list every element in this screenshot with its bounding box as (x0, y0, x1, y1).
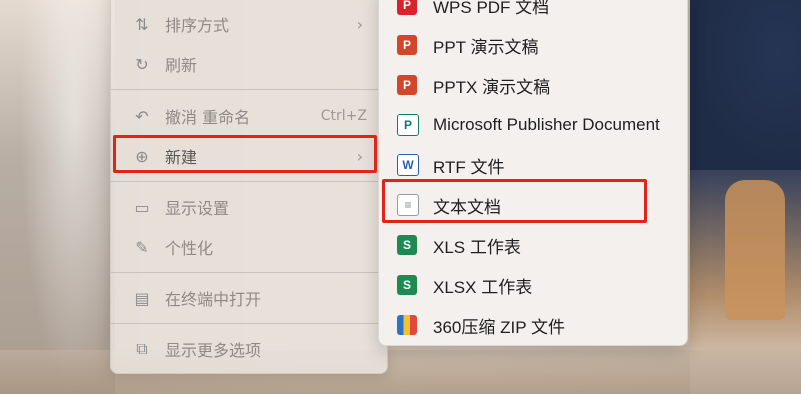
menu-separator (111, 323, 387, 324)
submenu-item-label: WPS PDF 文档 (433, 0, 550, 17)
xlsx-icon: S (397, 275, 417, 295)
menu-item-label: 排序方式 (165, 16, 230, 35)
submenu-item-rtf[interactable]: W RTF 文件 (387, 147, 679, 183)
xls-icon: S (397, 235, 417, 255)
submenu-item-wps-pdf[interactable]: P WPS PDF 文档 (387, 0, 679, 23)
menu-item-more-options[interactable]: ⧉ 显示更多选项 (119, 332, 379, 366)
submenu-item-ppt[interactable]: P PPT 演示文稿 (387, 27, 679, 63)
submenu-item-xlsx[interactable]: S XLSX 工作表 (387, 267, 679, 303)
ppt-icon: P (397, 35, 417, 55)
more-options-icon: ⧉ (136, 339, 148, 358)
menu-item-label: 显示设置 (165, 199, 230, 218)
submenu-item-label: PPTX 演示文稿 (433, 77, 551, 97)
submenu-item-label: Microsoft Publisher Document (433, 115, 660, 134)
submenu-item-label: 文本文档 (433, 197, 501, 217)
shortcut-label: Ctrl+Z (320, 108, 367, 124)
sort-icon: ⇅ (135, 14, 149, 34)
menu-item-display-settings[interactable]: ▭ 显示设置 (119, 190, 379, 224)
menu-item-sort[interactable]: ⇅ 排序方式 › (119, 7, 379, 41)
submenu-item-pptx[interactable]: P PPTX 演示文稿 (387, 67, 679, 103)
display-settings-icon: ▭ (134, 197, 150, 217)
new-plus-icon: ⊕ (135, 146, 149, 166)
menu-item-label: 新建 (165, 148, 198, 167)
menu-item-open-terminal[interactable]: ▤ 在终端中打开 (119, 281, 379, 315)
menu-item-label: 显示更多选项 (165, 341, 262, 360)
rtf-icon: W (397, 154, 419, 176)
submenu-item-label: RTF 文件 (433, 157, 505, 177)
submenu-item-label: PPT 演示文稿 (433, 37, 539, 57)
brush-icon: ✎ (135, 237, 149, 257)
menu-separator (111, 89, 387, 90)
menu-separator (111, 181, 387, 182)
refresh-icon: ↻ (135, 54, 149, 74)
menu-item-label: 在终端中打开 (165, 290, 262, 309)
submenu-item-text-document[interactable]: ≡ 文本文档 (387, 187, 679, 223)
chevron-right-icon: › (356, 146, 363, 166)
menu-item-refresh[interactable]: ↻ 刷新 (119, 47, 379, 81)
menu-item-new[interactable]: ⊕ 新建 › (119, 139, 379, 173)
desktop-context-menu: ⇅ 排序方式 › ↻ 刷新 ↶ 撤消 重命名 Ctrl+Z ⊕ 新建 › ▭ 显… (110, 0, 388, 374)
chevron-right-icon: › (356, 14, 363, 34)
submenu-item-label: 360压缩 ZIP 文件 (433, 317, 565, 337)
submenu-item-zip[interactable]: 360压缩 ZIP 文件 (387, 307, 679, 343)
zip-icon (397, 315, 417, 335)
undo-icon: ↶ (135, 106, 149, 126)
text-document-icon: ≡ (397, 194, 419, 216)
publisher-icon: P (397, 114, 419, 136)
menu-item-label: 撤消 重命名 (165, 108, 251, 127)
submenu-item-label: XLS 工作表 (433, 237, 521, 257)
submenu-item-publisher[interactable]: P Microsoft Publisher Document (387, 107, 679, 143)
terminal-icon: ▤ (134, 288, 150, 308)
menu-item-personalize[interactable]: ✎ 个性化 (119, 230, 379, 264)
background-wall (0, 0, 115, 394)
submenu-item-label: XLSX 工作表 (433, 277, 533, 297)
wps-pdf-icon: P (397, 0, 417, 15)
new-submenu: P WPS PDF 文档 P PPT 演示文稿 P PPTX 演示文稿 P Mi… (378, 0, 688, 346)
menu-item-label: 刷新 (165, 56, 198, 75)
menu-item-label: 个性化 (165, 239, 214, 258)
submenu-item-xls[interactable]: S XLS 工作表 (387, 227, 679, 263)
background-figure (690, 0, 801, 394)
pptx-icon: P (397, 75, 417, 95)
menu-item-undo-rename[interactable]: ↶ 撤消 重命名 Ctrl+Z (119, 99, 379, 133)
menu-separator (111, 272, 387, 273)
